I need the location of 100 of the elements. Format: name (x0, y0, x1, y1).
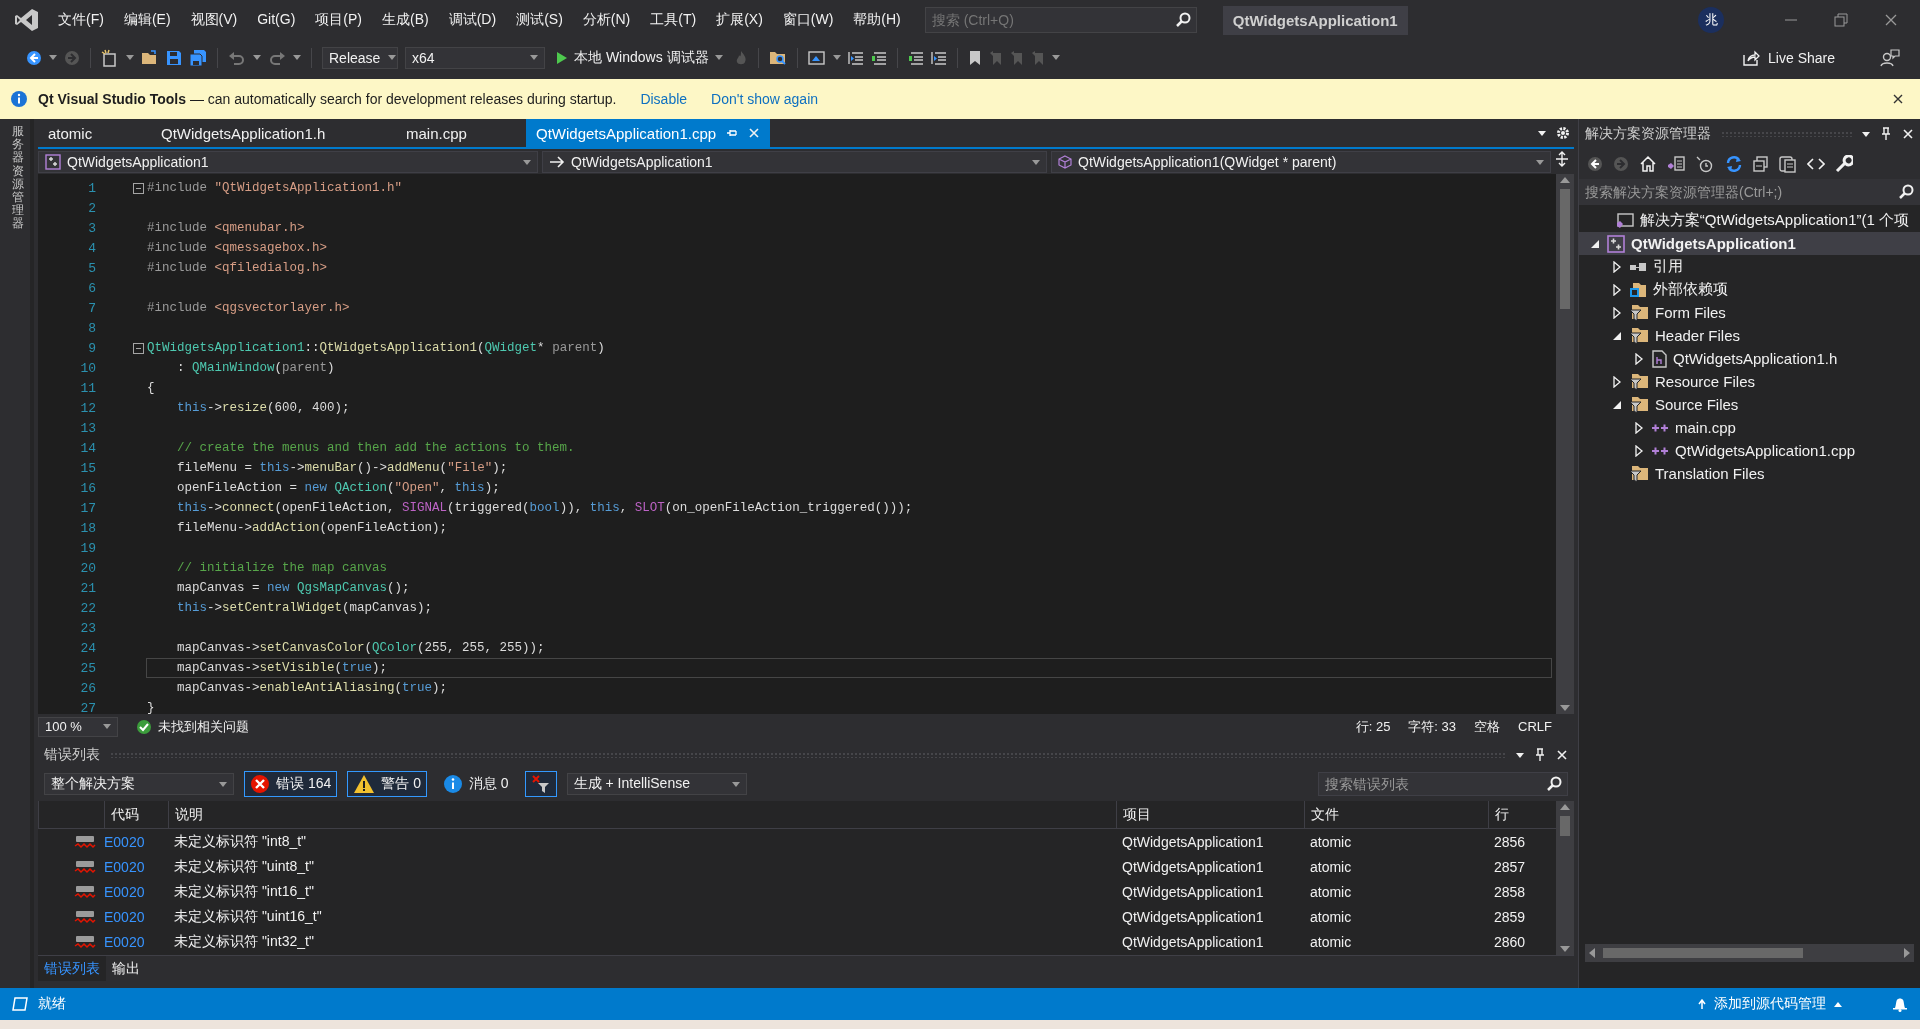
bookmark-icon[interactable] (967, 49, 982, 66)
split-icon[interactable] (1555, 151, 1569, 167)
collapsed-icon[interactable] (1634, 421, 1644, 434)
collapse-icon[interactable] (133, 342, 144, 354)
back-icon[interactable] (1587, 156, 1603, 172)
menu-item[interactable]: 调试(D) (438, 11, 507, 29)
caret-icon[interactable] (49, 55, 57, 60)
search-icon[interactable] (1898, 184, 1914, 200)
menu-item[interactable]: 文件(F) (48, 11, 114, 29)
filter-toggle[interactable]: 消息 0 (436, 771, 515, 797)
scope-dropdown[interactable]: 整个解决方案 (44, 773, 234, 795)
platform-dropdown[interactable]: x64 (405, 46, 545, 69)
error-code-link[interactable]: E0020 (104, 933, 168, 950)
history-icon[interactable] (1695, 155, 1715, 173)
scroll-left-icon[interactable] (1589, 948, 1595, 958)
collapse-all-icon[interactable] (1753, 156, 1769, 172)
switch-views-icon[interactable] (1667, 155, 1685, 173)
indent-icon[interactable] (847, 49, 864, 66)
editor-tab[interactable]: main.cpp (396, 119, 526, 147)
live-share-button[interactable]: Live Share (1734, 48, 1843, 67)
new-item-icon[interactable] (101, 48, 119, 67)
tree-item[interactable]: 解决方案“QtWidgetsApplication1”(1 个项 (1579, 209, 1920, 232)
filter-toggle[interactable]: 警告 0 (347, 771, 427, 797)
menu-item[interactable]: 生成(B) (372, 11, 439, 29)
caret-icon[interactable] (293, 55, 301, 60)
issues-status[interactable]: 未找到相关问题 (158, 717, 249, 736)
expanded-icon[interactable] (1612, 330, 1622, 341)
tree-item[interactable]: main.cpp (1579, 416, 1920, 439)
collapsed-icon[interactable] (1634, 444, 1644, 457)
server-explorer-tab[interactable]: 服务器资源管理器 (12, 125, 24, 231)
scrollbar-thumb[interactable] (1560, 816, 1570, 836)
caret-icon[interactable] (1538, 130, 1546, 136)
editor-tab[interactable]: atomic (38, 119, 151, 147)
notification-icon[interactable] (1892, 996, 1908, 1012)
feedback-icon[interactable] (1880, 47, 1900, 68)
column-header[interactable]: 项目 (1116, 801, 1304, 828)
tree-item[interactable]: QtWidgetsApplication1.h (1579, 347, 1920, 370)
error-code-link[interactable]: E0020 (104, 833, 168, 850)
tree-item[interactable]: Resource Files (1579, 370, 1920, 393)
menu-item[interactable]: 项目(P) (305, 11, 372, 29)
close-icon[interactable] (1892, 93, 1904, 105)
info-link[interactable]: Don't show again (711, 91, 819, 107)
menu-item[interactable]: 视图(V) (180, 11, 248, 29)
member-dropdown[interactable]: QtWidgetsApplication1(QWidget * parent) (1051, 151, 1551, 173)
tree-item[interactable]: 外部依赖项 (1579, 278, 1920, 301)
column-header[interactable]: 代码 (104, 801, 168, 828)
error-code-link[interactable]: E0020 (104, 858, 168, 875)
back-icon[interactable] (26, 49, 42, 66)
editor-tab[interactable]: QtWidgetsApplication1.h (151, 119, 396, 147)
close-icon[interactable] (1884, 13, 1898, 27)
scroll-down-icon[interactable] (1560, 946, 1570, 952)
indent-indicator[interactable]: 空格 (1474, 717, 1501, 736)
caret-icon[interactable] (832, 55, 841, 60)
redo-icon[interactable] (268, 49, 286, 66)
column-header[interactable]: 说明 (168, 801, 1116, 828)
panel-tab[interactable]: 错误列表 (38, 956, 106, 981)
tree-item[interactable]: QtWidgetsApplication1.cpp (1579, 439, 1920, 462)
filter-toggle[interactable]: 错误 164 (244, 771, 338, 797)
search-field[interactable]: 搜索 (Ctrl+Q) (924, 7, 1197, 33)
account-avatar[interactable]: 兆 (1698, 7, 1724, 33)
folder-search-icon[interactable] (768, 49, 787, 66)
panel-tab[interactable]: 输出 (106, 956, 146, 981)
expanded-icon[interactable] (1590, 238, 1600, 249)
collapsed-icon[interactable] (1612, 306, 1622, 319)
caret-icon[interactable] (1862, 131, 1870, 137)
column-indicator[interactable]: 字符: 33 (1408, 717, 1457, 736)
scrollbar-thumb[interactable] (1603, 948, 1803, 958)
start-debugging-button[interactable]: 本地 Windows 调试器 (552, 48, 727, 67)
collapsed-icon[interactable] (1612, 283, 1622, 296)
menu-item[interactable]: 扩展(X) (706, 11, 773, 29)
sync-icon[interactable] (1725, 155, 1743, 173)
scroll-right-icon[interactable] (1904, 948, 1910, 958)
configuration-dropdown[interactable]: Release (322, 46, 398, 69)
scroll-down-icon[interactable] (1560, 705, 1570, 711)
window-icon[interactable] (807, 49, 826, 66)
expanded-icon[interactable] (1612, 399, 1622, 410)
menu-item[interactable]: 帮助(H) (843, 11, 911, 29)
indent-icon[interactable] (930, 49, 947, 66)
scrollbar[interactable] (1556, 174, 1574, 714)
tree-item[interactable]: Translation Files (1579, 462, 1920, 485)
tree-item[interactable]: QtWidgetsApplication1 (1579, 232, 1920, 255)
menu-item[interactable]: 编辑(E) (113, 11, 181, 29)
tree-item[interactable]: Header Files (1579, 324, 1920, 347)
save-all-icon[interactable] (189, 48, 207, 67)
error-code-link[interactable]: E0020 (104, 883, 168, 900)
menu-item[interactable]: 窗口(W) (772, 11, 844, 29)
menu-item[interactable]: 工具(T) (640, 11, 707, 29)
list-icon[interactable] (870, 49, 887, 66)
search-field[interactable]: 搜索解决方案资源管理器(Ctrl+;) (1579, 179, 1920, 205)
scroll-up-icon[interactable] (1560, 177, 1570, 183)
list-icon[interactable] (907, 49, 924, 66)
zoom-dropdown[interactable]: 100 % (38, 716, 118, 737)
search-icon[interactable] (1174, 12, 1191, 28)
column-header[interactable]: 文件 (1304, 801, 1488, 828)
tree-item[interactable]: Source Files (1579, 393, 1920, 416)
open-folder-icon[interactable] (141, 49, 159, 66)
search-field[interactable]: 搜索错误列表 (1318, 772, 1568, 796)
caret-icon[interactable] (1516, 752, 1524, 758)
restore-icon[interactable] (1834, 13, 1848, 27)
type-dropdown[interactable]: QtWidgetsApplication1 (542, 151, 1047, 173)
